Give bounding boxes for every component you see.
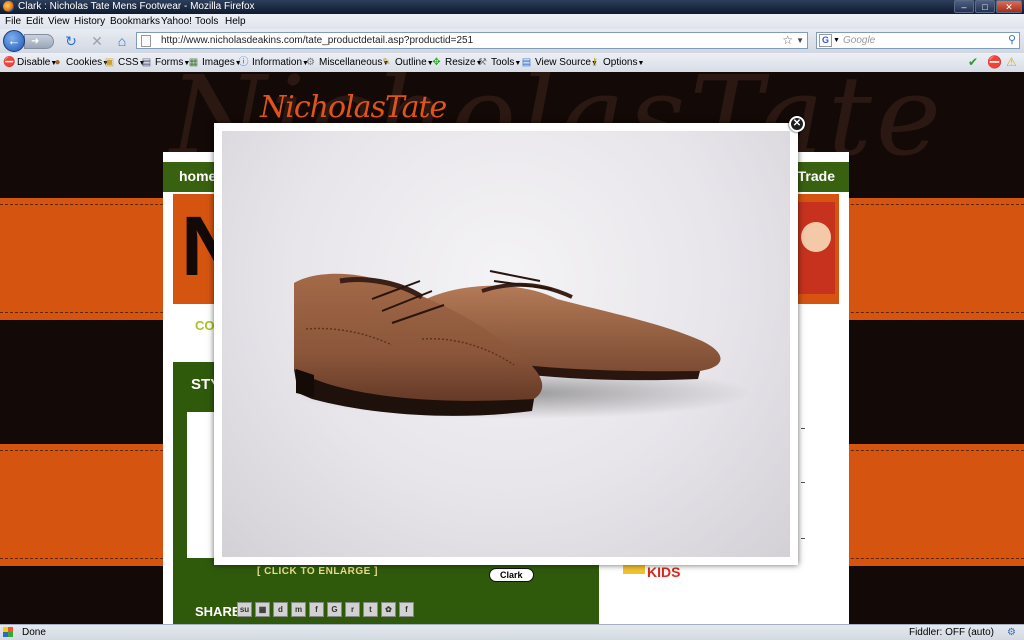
url-dropdown-icon[interactable]: ▼ <box>796 33 804 48</box>
site-logo[interactable]: NicholasTate <box>260 90 447 125</box>
devbar-tools[interactable]: ⚒ Tools▼ <box>477 56 521 70</box>
error-icon[interactable]: ⛔ <box>987 56 1002 68</box>
disable-icon: ⛔ <box>3 57 16 68</box>
search-icon[interactable]: ⚲ <box>1008 33 1016 48</box>
google-bookmark-icon[interactable]: G <box>327 602 342 617</box>
devbar-view-source[interactable]: ▤ View Source▼ <box>521 56 598 70</box>
address-url[interactable]: http://www.nicholasdeakins.com/tate_prod… <box>161 34 473 48</box>
navigation-toolbar: ➜ ← ↻ ✕ ⌂ http://www.nicholasdeakins.com… <box>0 29 1024 53</box>
images-icon: ▦ <box>188 57 199 68</box>
css-icon: ▣ <box>104 57 115 68</box>
window-controls: – □ ✕ <box>953 0 1022 13</box>
devbar-options[interactable]: ⚷ Options▼ <box>589 56 645 70</box>
menu-edit[interactable]: Edit <box>26 15 43 28</box>
lightbox-dialog <box>214 123 798 565</box>
delicious-icon[interactable]: ▦ <box>255 602 270 617</box>
engine-dropdown-icon[interactable]: ▼ <box>833 34 840 48</box>
bookmark-star-icon[interactable]: ☆ <box>782 33 793 48</box>
google-engine-icon[interactable]: G <box>819 34 832 47</box>
character-illustration <box>795 202 835 294</box>
warning-icon[interactable]: ⚠ <box>1006 56 1017 68</box>
nav-home-link[interactable]: home <box>179 168 216 184</box>
devbar-cookies[interactable]: ● Cookies▼ <box>52 56 109 70</box>
minimize-button[interactable]: – <box>954 0 974 13</box>
stop-icon[interactable]: ✕ <box>88 32 106 50</box>
reload-icon[interactable]: ↻ <box>62 32 80 50</box>
devbar-miscellaneous[interactable]: ⚙ Miscellaneous▼ <box>305 56 389 70</box>
maximize-button[interactable]: □ <box>975 0 995 13</box>
menu-yahoo[interactable]: Yahoo! <box>161 15 192 28</box>
tools-icon: ⚒ <box>478 57 487 68</box>
kids-banner[interactable]: KIDS <box>647 564 680 580</box>
page-status-icon <box>3 627 13 637</box>
firefox-logo-icon <box>3 1 14 12</box>
reddit-icon[interactable]: r <box>345 602 360 617</box>
search-bar[interactable]: G ▼ Google ⚲ <box>816 32 1020 49</box>
menu-file[interactable]: File <box>5 15 21 28</box>
devbar-resize[interactable]: ✥ Resize▼ <box>431 56 482 70</box>
facebook-icon[interactable]: f <box>309 602 324 617</box>
brown-brogue-shoes-image <box>292 270 752 419</box>
address-bar[interactable]: http://www.nicholasdeakins.com/tate_prod… <box>136 32 808 49</box>
friendfeed-icon[interactable]: f <box>399 602 414 617</box>
status-text: Done <box>22 627 46 638</box>
menu-bar: File Edit View History Bookmarks Yahoo! … <box>0 14 1024 29</box>
view-source-icon: ▤ <box>521 57 532 68</box>
menu-tools[interactable]: Tools <box>195 15 218 28</box>
click-to-enlarge-link[interactable]: [ CLICK TO ENLARGE ] <box>257 566 378 577</box>
devbar-css[interactable]: ▣ CSS▼ <box>104 56 146 70</box>
resize-icon: ✥ <box>432 57 441 68</box>
options-icon: ⚷ <box>590 57 599 68</box>
product-name-button[interactable]: Clark <box>489 568 534 582</box>
window-titlebar: Clark : Nicholas Tate Mens Footwear - Mo… <box>0 0 1024 14</box>
twitter-icon[interactable]: t <box>363 602 378 617</box>
share-icons: su ▦ d m f G r t ✿ f <box>237 602 417 617</box>
product-photo <box>222 131 790 557</box>
validation-ok-icon[interactable]: ✔ <box>968 56 978 68</box>
stumbleupon-icon[interactable]: su <box>237 602 252 617</box>
window-title: Clark : Nicholas Tate Mens Footwear - Mo… <box>18 1 255 12</box>
devbar-images[interactable]: ▦ Images▼ <box>188 56 242 70</box>
devbar-forms[interactable]: ▤ Forms▼ <box>141 56 191 70</box>
devbar-outline[interactable]: ✎ Outline▼ <box>381 56 433 70</box>
web-developer-toolbar: ⛔ Disable▼ ● Cookies▼ ▣ CSS▼ ▤ Forms▼ ▦ Image… <box>0 53 1024 73</box>
menu-help[interactable]: Help <box>225 15 246 28</box>
status-bar: Done Fiddler: OFF (auto) ⚙ <box>0 624 1024 640</box>
miscellaneous-icon: ⚙ <box>306 57 315 68</box>
forms-icon: ▤ <box>141 57 152 68</box>
home-icon[interactable]: ⌂ <box>113 32 131 50</box>
search-input[interactable]: Google <box>843 34 875 48</box>
page-icon <box>141 35 151 47</box>
information-icon: ⓘ <box>238 57 249 68</box>
devbar-information[interactable]: ⓘ Information▼ <box>238 56 309 70</box>
myspace-icon[interactable]: m <box>291 602 306 617</box>
close-window-button[interactable]: ✕ <box>996 0 1022 13</box>
digg-icon[interactable]: d <box>273 602 288 617</box>
menu-view[interactable]: View <box>48 15 70 28</box>
menu-bookmarks[interactable]: Bookmarks <box>110 15 160 28</box>
cookie-icon: ● <box>54 57 61 68</box>
outline-icon: ✎ <box>382 57 391 68</box>
forward-button[interactable]: ➜ <box>24 34 54 49</box>
menu-history[interactable]: History <box>74 15 105 28</box>
fiddler-status[interactable]: Fiddler: OFF (auto) <box>909 626 994 639</box>
kids-banner-decoration <box>623 564 645 574</box>
mixx-icon[interactable]: ✿ <box>381 602 396 617</box>
devbar-disable[interactable]: ⛔ Disable▼ <box>3 56 57 70</box>
back-button[interactable]: ← <box>3 30 25 52</box>
nav-trade-link[interactable]: Trade <box>798 168 835 184</box>
addon-status-icon[interactable]: ⚙ <box>1007 626 1016 639</box>
lightbox-close-button[interactable]: ✕ <box>789 116 805 132</box>
